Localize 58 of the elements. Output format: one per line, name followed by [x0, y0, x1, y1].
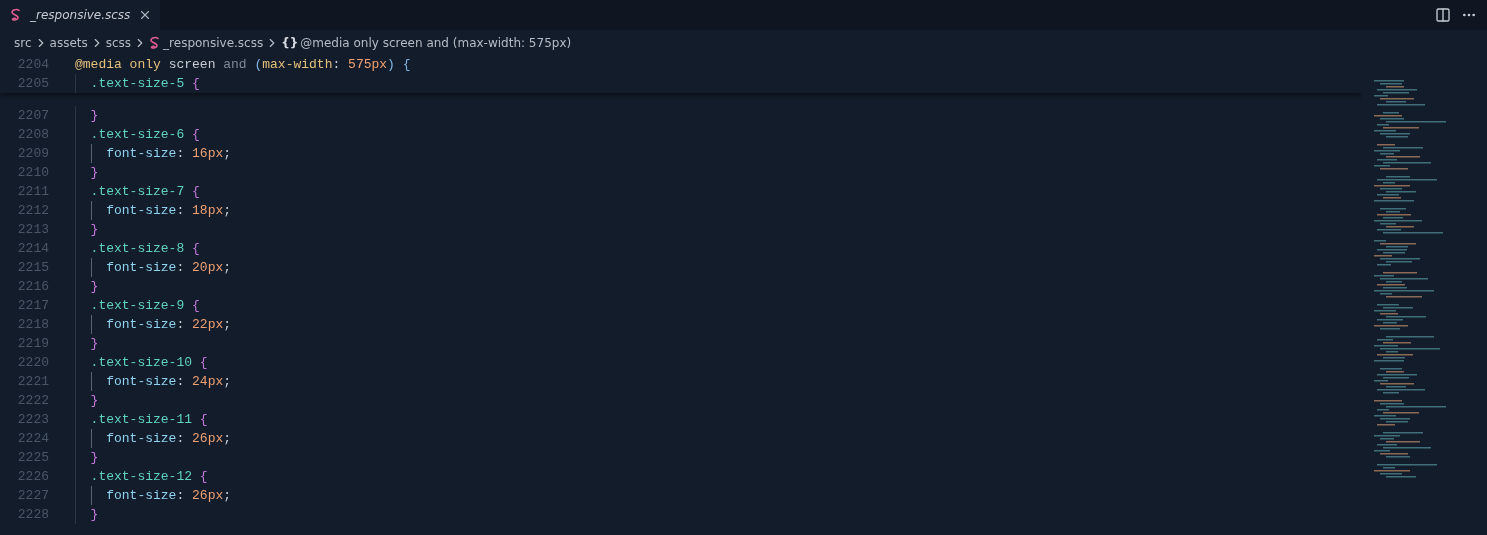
- line-number: 2215: [16, 260, 49, 275]
- code-line: .text-size-7 {: [89, 184, 200, 199]
- line-number: 2209: [16, 146, 49, 161]
- line-number: 2204: [16, 57, 49, 72]
- sass-file-icon: [149, 35, 162, 50]
- editor-tab[interactable]: _responsive.scss: [0, 0, 161, 30]
- line-number: 2208: [16, 127, 49, 142]
- line-number: 2217: [16, 298, 49, 313]
- split-editor-icon[interactable]: [1435, 7, 1451, 23]
- code-line: .text-size-10 {: [89, 355, 208, 370]
- code-line: }: [89, 336, 99, 351]
- code-line: }: [89, 279, 99, 294]
- line-number: 2226: [16, 469, 49, 484]
- code-line: font-size: 24px;: [105, 374, 232, 389]
- line-number: 2222: [16, 393, 49, 408]
- line-number: 2219: [16, 336, 49, 351]
- code-line: .text-size-6 {: [89, 127, 200, 142]
- code-line: .text-size-12 {: [89, 469, 208, 484]
- line-number: 2210: [16, 165, 49, 180]
- code-line: font-size: 18px;: [105, 203, 232, 218]
- line-number: 2216: [16, 279, 49, 294]
- line-number: 2220: [16, 355, 49, 370]
- line-number: 2221: [16, 374, 49, 389]
- breadcrumb-item[interactable]: src: [14, 35, 32, 50]
- breadcrumb-item[interactable]: _responsive.scss: [163, 35, 264, 50]
- code-line: }: [89, 507, 99, 522]
- line-number: 2223: [16, 412, 49, 427]
- code-line: .text-size-5 {: [89, 76, 200, 91]
- breadcrumb-item[interactable]: scss: [105, 35, 132, 50]
- line-number: 2214: [16, 241, 49, 256]
- code-line: font-size: 20px;: [105, 260, 232, 275]
- line-number: 2213: [16, 222, 49, 237]
- line-number: 2218: [16, 317, 49, 332]
- line-number: 2205: [16, 76, 49, 91]
- line-number: 2227: [16, 488, 49, 503]
- code-line: font-size: 26px;: [105, 488, 232, 503]
- code-line: }: [89, 450, 99, 465]
- line-number: 2224: [16, 431, 49, 446]
- line-number: 2225: [16, 450, 49, 465]
- line-number: 2207: [16, 108, 49, 123]
- symbol-icon: {}: [281, 35, 299, 50]
- breadcrumb-item[interactable]: assets: [49, 35, 88, 50]
- code-line: }: [89, 222, 99, 237]
- code-line: }: [89, 165, 99, 180]
- line-number: 2211: [16, 184, 49, 199]
- code-line: font-size: 16px;: [105, 146, 232, 161]
- code-line: }: [89, 393, 99, 408]
- code-line: @media only screen and (max-width: 575px) {: [75, 57, 411, 72]
- code-line: .text-size-8 {: [89, 241, 200, 256]
- line-number: 2228: [16, 507, 49, 522]
- breadcrumb-item[interactable]: @media only screen and (max-width: 575px): [300, 35, 572, 50]
- code-line: }: [89, 108, 99, 123]
- code-line: font-size: 26px;: [105, 431, 232, 446]
- code-line: .text-size-11 {: [89, 412, 208, 427]
- line-number: 2212: [16, 203, 49, 218]
- code-line: .text-size-9 {: [89, 298, 200, 313]
- sass-file-icon: [10, 8, 22, 22]
- code-line: font-size: 22px;: [105, 317, 232, 332]
